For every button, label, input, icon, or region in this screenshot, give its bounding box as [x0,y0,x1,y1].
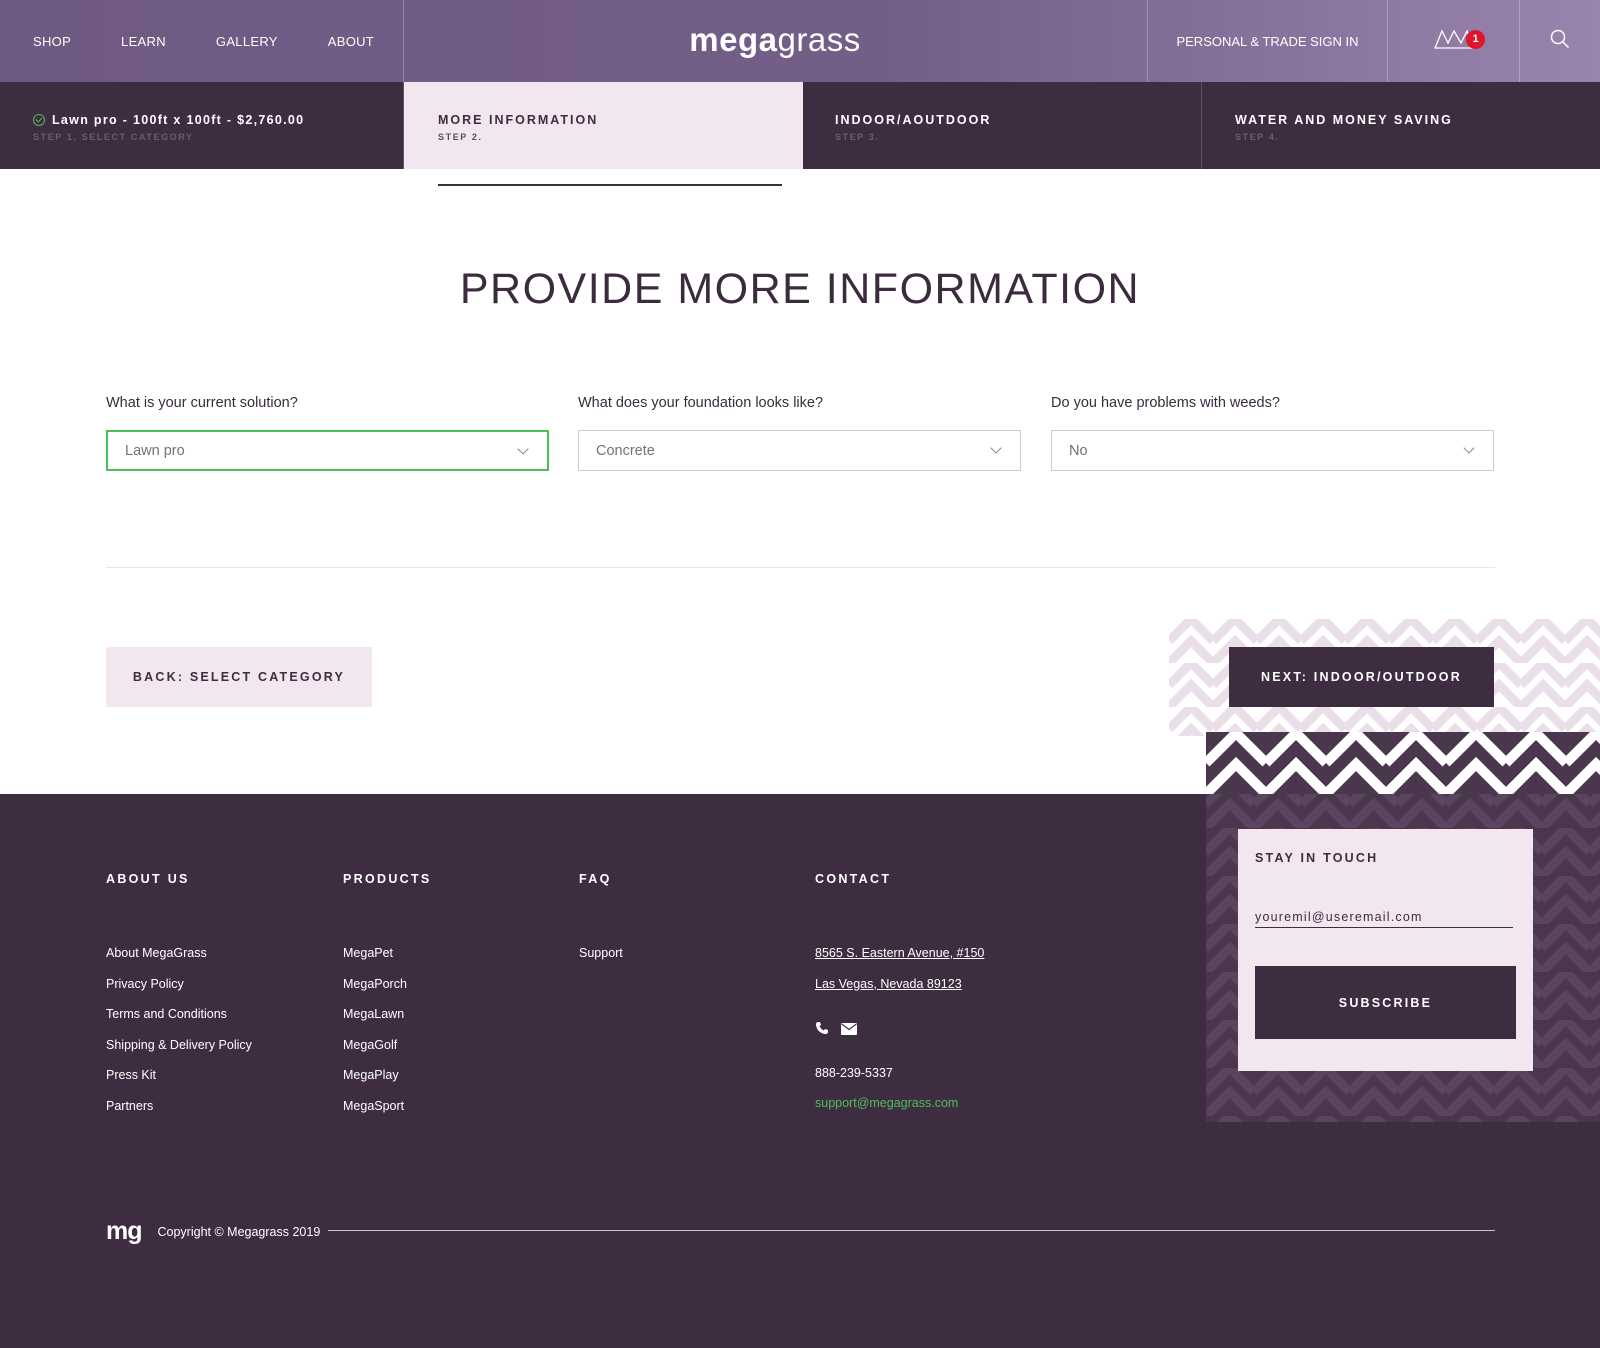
footer-link[interactable]: MegaGolf [343,1030,432,1061]
step-more-information[interactable]: MORE INFORMATION STEP 2. [404,82,803,169]
footer-heading: ABOUT US [106,872,190,886]
footer-links: 8565 S. Eastern Avenue, #150 Las Vegas, … [815,938,984,1118]
contact-icons [815,1021,984,1040]
main-nav: SHOP LEARN GALLERY ABOUT [0,0,404,82]
field-foundation: What does your foundation looks like? Co… [578,395,1021,471]
footer-rule [328,1230,1495,1231]
search-button[interactable] [1519,0,1600,82]
copyright-text: Copyright © Megagrass 2019 [157,1224,321,1239]
step-1-sub: STEP 1. SELECT CATEGORY [33,132,194,142]
field-label: What does your foundation looks like? [578,395,824,411]
current-solution-select[interactable]: Lawn pro [106,430,549,471]
nav-shop[interactable]: SHOP [33,34,71,49]
footer-links: About MegaGrass Privacy Policy Terms and… [106,938,252,1121]
back-button[interactable]: BACK: SELECT CATEGORY [106,647,372,707]
footer-link[interactable]: MegaLawn [343,999,432,1030]
cart-button[interactable]: 1 [1387,0,1519,82]
footer-link[interactable]: Partners [106,1091,252,1122]
step-2-sub: STEP 2. [438,132,483,142]
chevron-down-icon [1463,442,1475,454]
step-3-title: INDOOR/AOUTDOOR [835,113,992,127]
logo-light: grass [777,21,861,58]
envelope-icon[interactable] [841,1022,857,1040]
subscribe-button[interactable]: SUBSCRIBE [1255,966,1516,1039]
section-divider [106,567,1495,568]
main-content: PROVIDE MORE INFORMATION What is your cu… [0,169,1600,794]
footer-contact: CONTACT 8565 S. Eastern Avenue, #150 Las… [815,872,984,1118]
step-2-title: MORE INFORMATION [438,113,599,127]
step-select-category[interactable]: Lawn pro - 100ft x 100ft - $2,760.00 STE… [0,82,404,169]
select-value: Lawn pro [125,442,185,459]
support-email[interactable]: support@megagrass.com [815,1088,984,1118]
select-value: No [1069,442,1088,459]
footer-link[interactable]: MegaPet [343,938,432,969]
cart-count-badge: 1 [1466,30,1485,49]
field-label: What is your current solution? [106,395,298,411]
phone-icon[interactable] [815,1021,829,1040]
active-step-underline [438,184,782,186]
footer-link[interactable]: Privacy Policy [106,969,252,1000]
newsletter-email-input[interactable] [1255,906,1513,928]
address-line-1[interactable]: 8565 S. Eastern Avenue, #150 [815,938,984,969]
step-indoor-outdoor[interactable]: INDOOR/AOUTDOOR STEP 3. [803,82,1202,169]
mg-logo[interactable]: mg [106,1217,142,1246]
nav-learn[interactable]: LEARN [121,34,166,49]
newsletter-heading: STAY IN TOUCH [1255,851,1379,865]
field-label: Do you have problems with weeds? [1051,395,1280,411]
field-weeds: Do you have problems with weeds? No [1051,395,1494,471]
step-4-sub: STEP 4. [1235,132,1280,142]
footer-link[interactable]: MegaSport [343,1091,432,1122]
next-button[interactable]: NEXT: INDOOR/OUTDOOR [1229,647,1494,707]
newsletter-card: STAY IN TOUCH SUBSCRIBE [1238,829,1533,1071]
search-icon [1550,29,1570,54]
chevron-down-icon [990,442,1002,454]
nav-about[interactable]: ABOUT [328,34,374,49]
address-line-2[interactable]: Las Vegas, Nevada 89123 [815,969,984,1000]
field-current-solution: What is your current solution? Lawn pro [106,395,549,471]
weeds-select[interactable]: No [1051,430,1494,471]
chevron-down-icon [517,443,529,455]
step-water-saving[interactable]: WATER AND MONEY SAVING STEP 4. [1202,82,1600,169]
step-1-title: Lawn pro - 100ft x 100ft - $2,760.00 [33,113,403,127]
check-circle-icon [33,114,45,126]
step-4-title: WATER AND MONEY SAVING [1235,113,1453,127]
logo-bold: mega [689,21,778,58]
select-value: Concrete [596,442,655,459]
footer-link[interactable]: About MegaGrass [106,938,252,969]
footer-link[interactable]: Shipping & Delivery Policy [106,1030,252,1061]
site-logo[interactable]: megagrass [404,0,1146,82]
nav-gallery[interactable]: GALLERY [216,34,278,49]
footer-link[interactable]: Terms and Conditions [106,999,252,1030]
footer-products: PRODUCTS MegaPet MegaPorch MegaLawn Mega… [343,872,432,1121]
site-header: SHOP LEARN GALLERY ABOUT megagrass PERSO… [0,0,1600,82]
checkout-steps: Lawn pro - 100ft x 100ft - $2,760.00 STE… [0,82,1600,169]
footer-heading: CONTACT [815,872,892,886]
sign-in-link[interactable]: PERSONAL & TRADE SIGN IN [1147,0,1387,82]
footer-about: ABOUT US About MegaGrass Privacy Policy … [106,872,252,1121]
copyright-row: mg Copyright © Megagrass 2019 [106,1217,320,1246]
footer-links: MegaPet MegaPorch MegaLawn MegaGolf Mega… [343,938,432,1121]
footer-faq: FAQ Support [579,872,623,969]
phone-number[interactable]: 888-239-5337 [815,1058,984,1088]
footer-links: Support [579,938,623,969]
footer-link[interactable]: MegaPorch [343,969,432,1000]
page-title: PROVIDE MORE INFORMATION [459,265,1141,313]
foundation-select[interactable]: Concrete [578,430,1021,471]
step-1-label: Lawn pro - 100ft x 100ft - $2,760.00 [52,113,305,127]
footer-link[interactable]: Support [579,938,623,969]
step-3-sub: STEP 3. [835,132,880,142]
footer-link[interactable]: Press Kit [106,1060,252,1091]
footer-heading: FAQ [579,872,612,886]
footer-link[interactable]: MegaPlay [343,1060,432,1091]
footer-heading: PRODUCTS [343,872,432,886]
